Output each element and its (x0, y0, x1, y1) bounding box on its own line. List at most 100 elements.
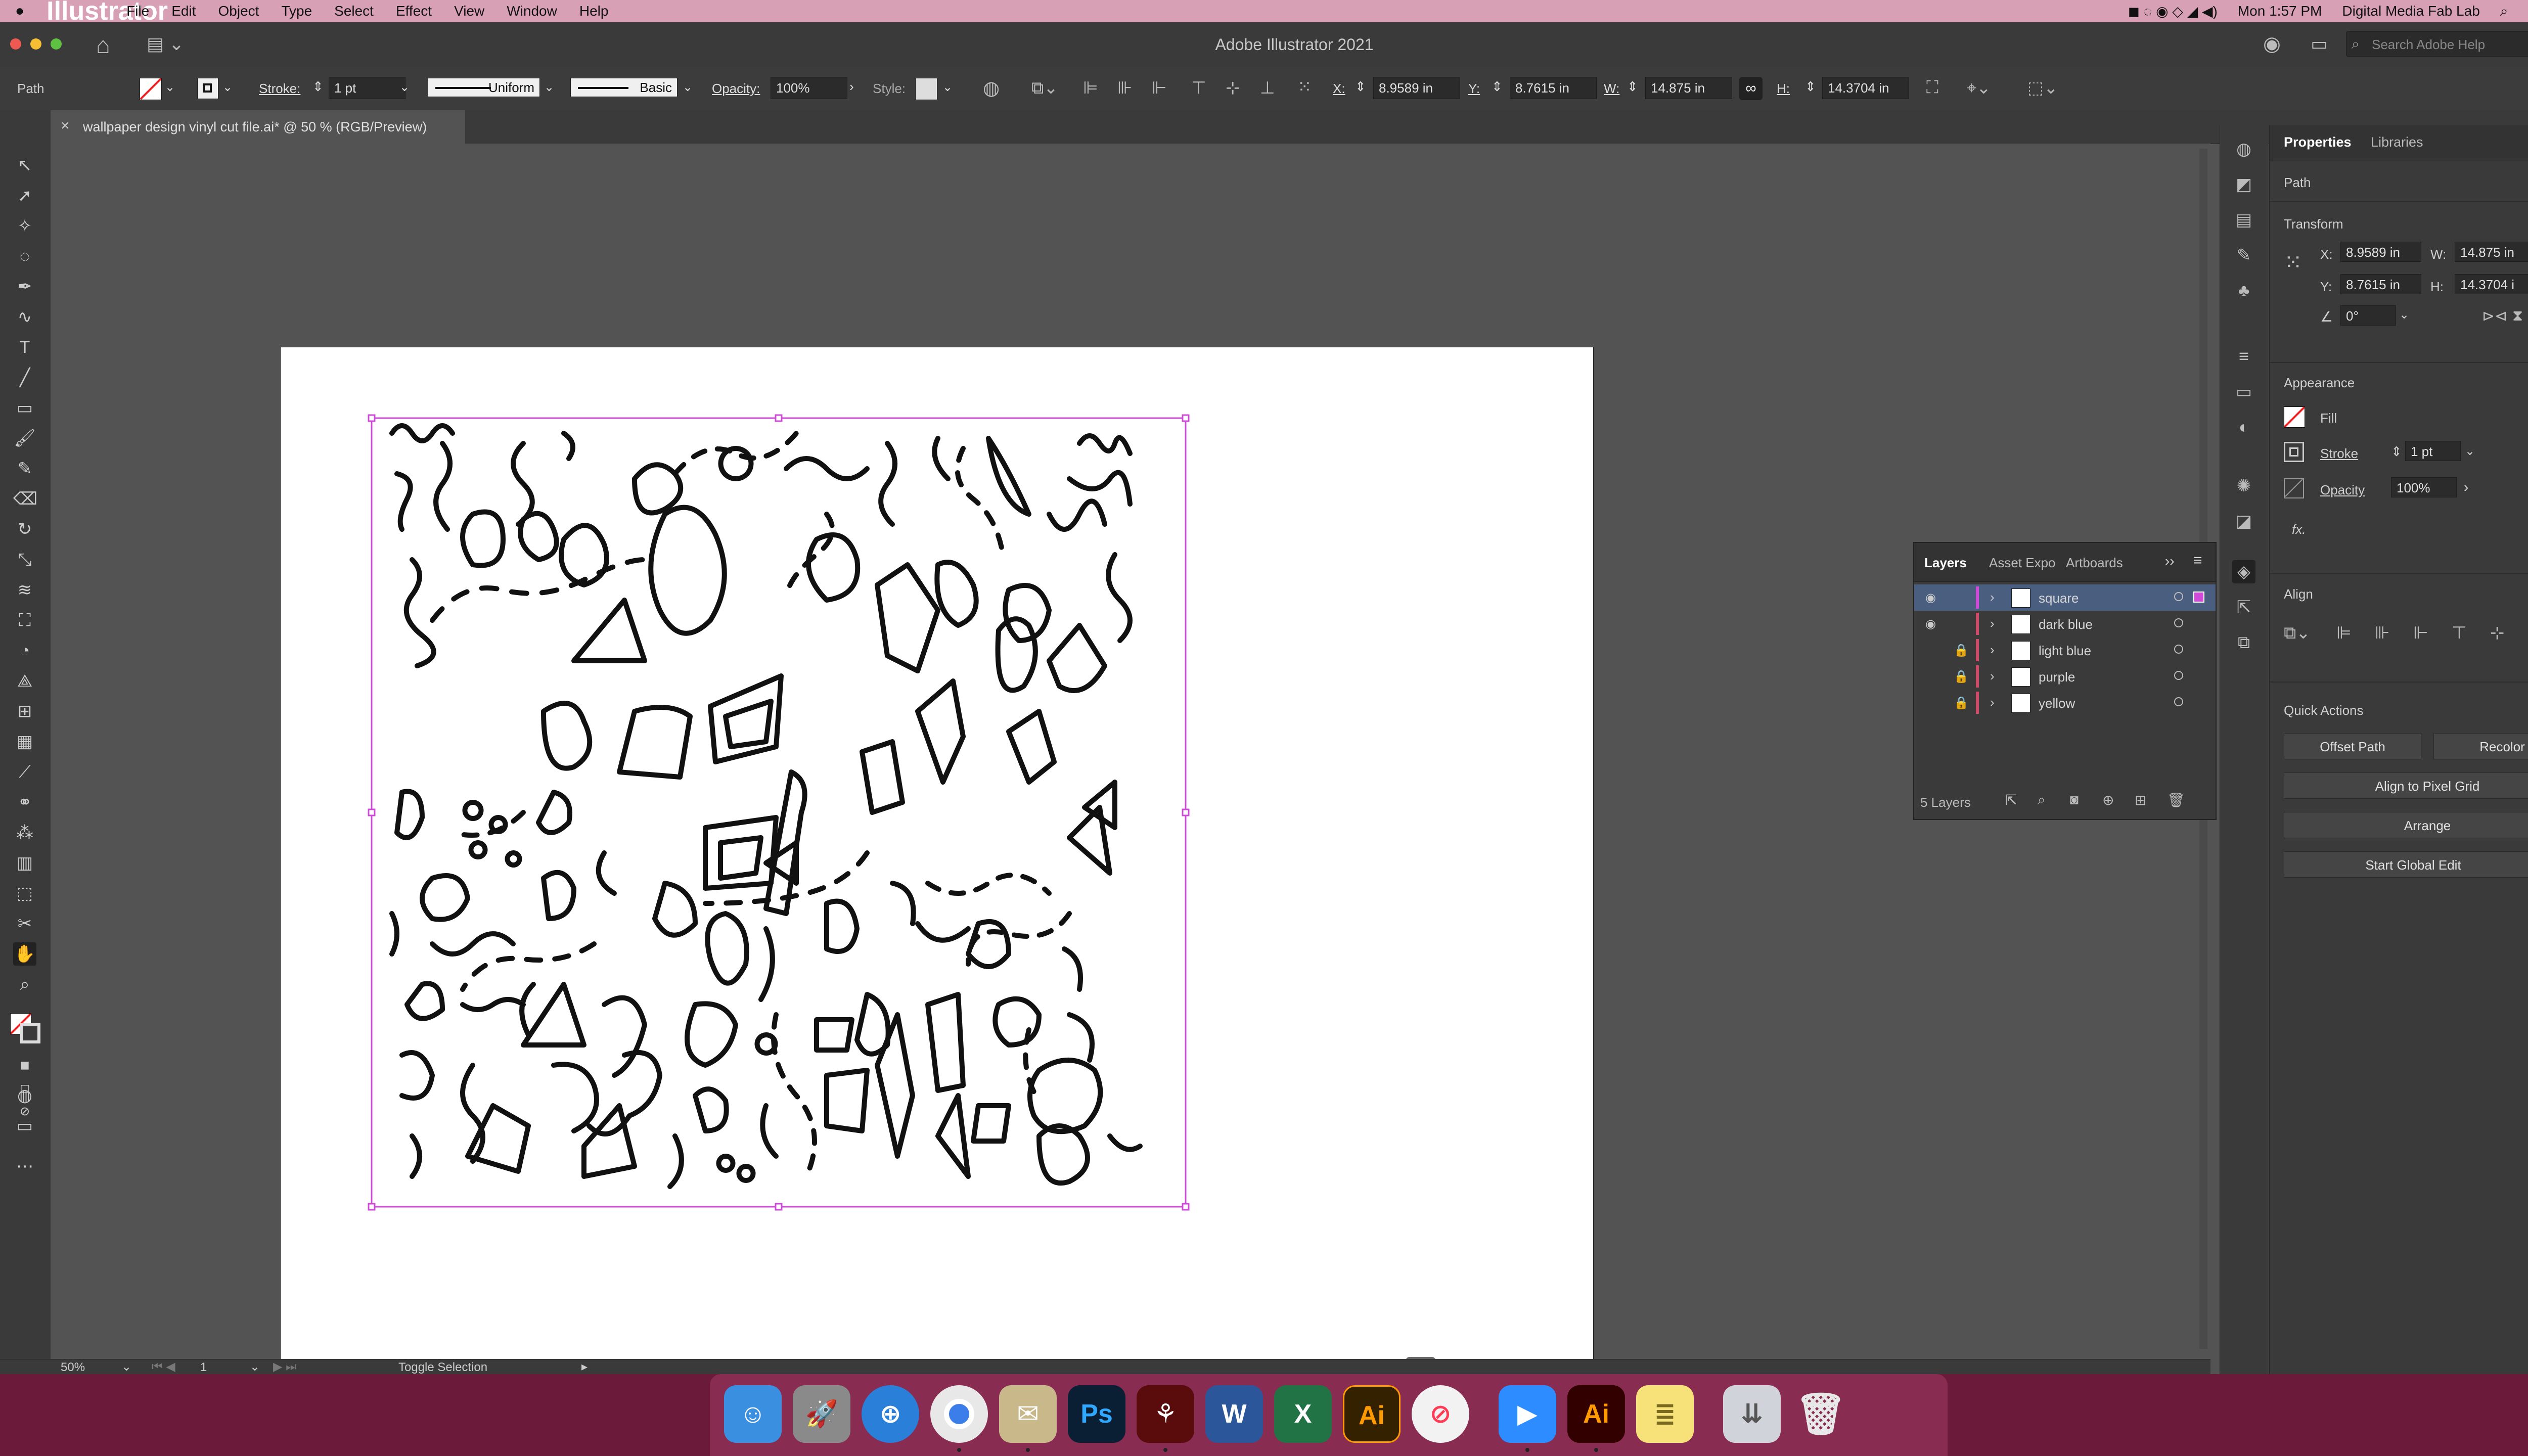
visibility-toggle[interactable] (1925, 643, 1938, 656)
rotate-tool-icon[interactable]: ↻ (13, 518, 36, 541)
word-icon[interactable]: W (1205, 1385, 1263, 1443)
props-x-field[interactable]: 8.9589 in (2340, 242, 2421, 262)
graphic-style-swatch[interactable] (915, 78, 937, 100)
collapse-panel-icon[interactable]: ›› (2165, 553, 2175, 569)
photoshop-icon[interactable]: Ps (1068, 1385, 1125, 1443)
style-dropdown-icon[interactable]: ⌄ (942, 80, 953, 95)
opacity-swatch[interactable] (2284, 478, 2304, 498)
selection-indicator[interactable] (2193, 592, 2204, 603)
stroke-weight-dropdown-icon[interactable]: ⌄ (399, 80, 410, 95)
draw-mode-icon[interactable]: ◍ (13, 1084, 36, 1107)
opacity-arrow-icon[interactable]: › (2464, 479, 2468, 495)
vertical-align-center-icon[interactable]: ⊹ (1226, 78, 1240, 98)
edit-toolbar-icon[interactable]: ⋯ (13, 1155, 36, 1178)
opacity-label[interactable]: Opacity (2320, 482, 2365, 498)
fill-swatch[interactable] (140, 78, 162, 100)
delete-layer-icon[interactable]: 🗑 (2167, 792, 2185, 808)
vertical-align-bottom-icon[interactable]: ⊥ (1260, 78, 1275, 98)
stroke-stepper-icon[interactable]: ⇕ (2391, 444, 2402, 460)
color-panel-icon[interactable]: ◩ (2232, 173, 2255, 196)
document-tab[interactable]: × wallpaper design vinyl cut file.ai* @ … (51, 110, 465, 144)
layer-name[interactable]: purple (2039, 669, 2075, 685)
artboards-panel-icon[interactable]: ⧉ (2232, 631, 2255, 654)
brushes-icon[interactable]: ✎ (2232, 244, 2255, 267)
recolor-button[interactable]: Recolor (2433, 733, 2528, 759)
layer-row[interactable]: ◉ › square (1914, 584, 2216, 611)
graphic-styles-icon[interactable]: ◪ (2232, 510, 2255, 533)
reference-point-icon[interactable]: ⁙ (1297, 77, 1312, 97)
symbol-sprayer-tool-icon[interactable]: ⁂ (13, 821, 36, 844)
expand-chevron-icon[interactable]: › (1990, 589, 1995, 605)
help-search-field[interactable]: ⌕ Search Adobe Help (2346, 31, 2528, 57)
align-to-icon[interactable]: ⧉⌄ (2284, 623, 2311, 643)
align-to-icon[interactable]: ⧉⌄ (1031, 78, 1058, 98)
tab-libraries[interactable]: Libraries (2371, 134, 2423, 150)
width-field[interactable]: 14.875 in (1645, 77, 1732, 99)
curvature-tool-icon[interactable]: ∿ (13, 305, 36, 329)
fx-button[interactable]: fx. (2292, 522, 2306, 537)
swatches-icon[interactable]: ▤ (2232, 208, 2255, 232)
horizontal-align-center-icon[interactable]: ⊪ (1117, 78, 1133, 98)
isolate-icon[interactable]: ⬚⌄ (2027, 78, 2058, 98)
warp-tool-icon[interactable]: ≋ (13, 578, 36, 602)
artboard-nav-first-icon[interactable]: ⏮ ◀ (152, 1359, 175, 1374)
tab-properties[interactable]: Properties (2284, 134, 2352, 150)
acrobat-icon[interactable]: ⚘ (1137, 1385, 1194, 1443)
props-angle-field[interactable]: 0° (2340, 305, 2396, 326)
eyedropper-tool-icon[interactable]: ⟋ (13, 760, 36, 784)
layer-name[interactable]: square (2039, 590, 2079, 606)
layer-row[interactable]: 🔒 › light blue (1914, 637, 2216, 663)
slice-tool-icon[interactable]: ✂ (13, 912, 36, 935)
expand-chevron-icon[interactable]: › (1990, 668, 1995, 684)
apple-menu-icon[interactable]: ● (15, 3, 24, 20)
layer-target-icon[interactable] (2174, 671, 2183, 680)
visibility-toggle[interactable] (1925, 669, 1938, 682)
share-user-icon[interactable]: ◉ (2263, 32, 2281, 56)
stroke-weight-field[interactable]: 1 pt (329, 77, 405, 99)
selection-tool-icon[interactable]: ↖ (13, 154, 36, 177)
artboard-dropdown-icon[interactable]: ⌄ (250, 1359, 260, 1374)
align-right-icon[interactable]: ⊩ (2413, 623, 2428, 643)
stroke-dropdown-icon[interactable]: ⌄ (222, 80, 233, 95)
horizontal-align-left-icon[interactable]: ⊫ (1083, 78, 1098, 98)
export-icon[interactable]: ⇱ (2232, 596, 2255, 619)
align-top-icon[interactable]: ⊤ (2452, 623, 2467, 643)
stroke-dropdown-icon[interactable]: ⌄ (2465, 444, 2475, 459)
reference-point-icon[interactable]: ⁙ (2284, 250, 2303, 276)
clock[interactable]: Mon 1:57 PM (2238, 3, 2322, 19)
downloads-stack-icon[interactable]: ⇊ (1723, 1385, 1781, 1443)
status-menu-arrow-icon[interactable]: ▸ (581, 1359, 588, 1374)
spotlight-icon[interactable]: ⌕ (2500, 3, 2508, 20)
layer-row[interactable]: 🔒 › purple (1914, 663, 2216, 690)
angle-dropdown-icon[interactable]: ⌄ (2399, 307, 2409, 322)
align-left-icon[interactable]: ⊫ (2336, 623, 2352, 643)
blend-tool-icon[interactable]: ⚭ (13, 791, 36, 814)
excel-icon[interactable]: X (1274, 1385, 1332, 1443)
status-icons[interactable]: ◼ ◌ ◉ ◇ ◢ ◀) (2128, 3, 2218, 20)
expand-chevron-icon[interactable]: › (1990, 695, 1995, 710)
layer-name[interactable]: yellow (2039, 696, 2075, 711)
shaper-tool-icon[interactable]: ✎ (13, 457, 36, 480)
color-mode-icons[interactable]: ◼ ◻ ⊘ (13, 1054, 36, 1118)
menu-select[interactable]: Select (334, 3, 374, 19)
brush-dropdown-icon[interactable]: ⌄ (683, 80, 693, 95)
scale-tool-icon[interactable]: ⤡ (13, 548, 36, 571)
finder-icon[interactable]: ☺ (724, 1385, 782, 1443)
expand-chevron-icon[interactable]: › (1990, 642, 1995, 658)
props-w-field[interactable]: 14.875 in (2455, 242, 2528, 262)
doodle-artwork[interactable] (281, 347, 1593, 1441)
tab-artboards[interactable]: Artboards (2066, 555, 2123, 571)
opacity-field[interactable]: 100% (771, 77, 847, 99)
stroke-label[interactable]: Stroke: (259, 81, 300, 97)
illustrator-icon[interactable]: Ai (1567, 1385, 1625, 1443)
screen-mode-icon[interactable]: ▭ (13, 1114, 36, 1138)
lasso-tool-icon[interactable]: ◌ (13, 245, 36, 268)
safari-icon[interactable]: ⊕ (862, 1385, 919, 1443)
w-stepper-icon[interactable]: ⇕ (1627, 79, 1638, 95)
menu-window[interactable]: Window (507, 3, 557, 19)
stroke-swatch[interactable] (197, 78, 218, 99)
expand-chevron-icon[interactable]: › (1990, 616, 1995, 631)
paintbrush-tool-icon[interactable]: 🖌 (13, 427, 36, 450)
menu-edit[interactable]: Edit (171, 3, 196, 19)
new-layer-icon[interactable]: ⊞ (2135, 792, 2146, 808)
